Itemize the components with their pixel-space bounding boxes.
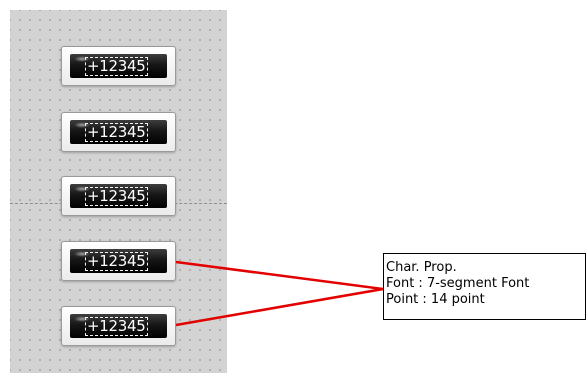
callout-font-line: Font : 7-segment Font [386,276,530,291]
leader-line-upper [175,260,384,291]
callout-title: Char. Prop. [386,260,457,275]
callout-point-line: Point : 14 point [386,292,485,307]
char-prop-callout: Char. Prop. Font : 7-segment Font Point … [383,253,586,320]
leader-lines [175,260,384,327]
leader-line-lower [175,287,384,327]
